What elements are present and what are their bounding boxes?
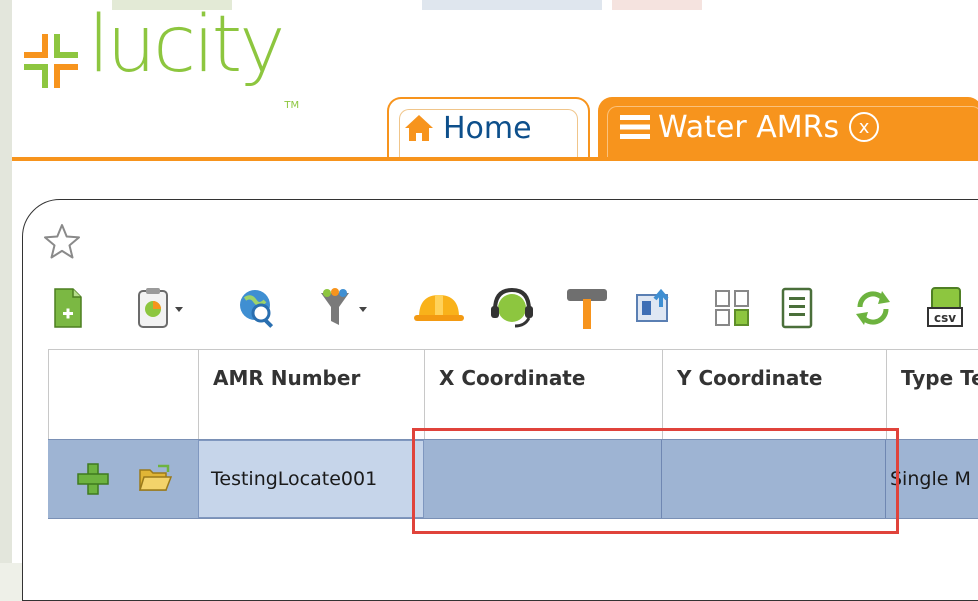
lucity-logo: lucity TM: [22, 6, 299, 146]
logo-wordmark: lucity: [88, 0, 285, 90]
cell-amr-number[interactable]: TestingLocate001: [198, 440, 424, 518]
add-record-icon[interactable]: [50, 283, 86, 333]
hammer-icon[interactable]: [562, 283, 612, 333]
lucity-mark-icon: [24, 34, 78, 88]
support-headset-icon[interactable]: [488, 283, 536, 333]
column-header-x-coordinate[interactable]: X Coordinate: [425, 350, 663, 440]
column-header-actions: [49, 350, 199, 440]
report-icon[interactable]: [778, 283, 818, 333]
header: lucity TM Home Water AMRs x: [12, 0, 978, 161]
column-header-amr-number[interactable]: AMR Number: [199, 350, 425, 440]
cell-type[interactable]: Single M: [886, 440, 978, 518]
tab-home-label: Home: [443, 110, 532, 146]
row-actions: [48, 440, 198, 518]
open-folder-icon[interactable]: [138, 464, 172, 494]
csv-export-icon[interactable]: csv: [924, 283, 970, 333]
app-window: lucity TM Home Water AMRs x csv AMR Numb…: [12, 0, 978, 601]
map-search-icon[interactable]: [236, 283, 280, 333]
tab-underline: [12, 157, 978, 161]
dashboard-dropdown-icon[interactable]: [132, 283, 192, 333]
logo-trademark: TM: [284, 100, 300, 111]
close-tab-button[interactable]: x: [849, 112, 880, 142]
grid-header: AMR Number X Coordinate Y Coordinate Typ…: [48, 349, 978, 440]
window-edge: [0, 0, 12, 563]
work-helmet-icon[interactable]: [410, 283, 468, 333]
svg-text:csv: csv: [934, 311, 956, 325]
tab-water-amrs-label: Water AMRs: [658, 109, 840, 145]
home-icon: [405, 115, 433, 141]
column-header-type[interactable]: Type Te: [887, 350, 978, 440]
toolbar: csv: [12, 283, 978, 343]
refresh-icon[interactable]: [850, 283, 896, 333]
highlight-box: [412, 428, 899, 534]
list-icon: [620, 115, 650, 139]
filter-dropdown-icon[interactable]: [316, 283, 376, 333]
header-decoration: [612, 0, 702, 10]
tab-home[interactable]: Home: [387, 97, 590, 157]
export-icon[interactable]: [634, 283, 680, 333]
header-decoration: [422, 0, 602, 10]
column-header-y-coordinate[interactable]: Y Coordinate: [663, 350, 887, 440]
star-outline-icon[interactable]: [42, 222, 82, 262]
tab-water-amrs[interactable]: Water AMRs x: [598, 97, 978, 157]
add-icon[interactable]: [76, 462, 110, 496]
copy-records-icon[interactable]: [712, 283, 754, 333]
